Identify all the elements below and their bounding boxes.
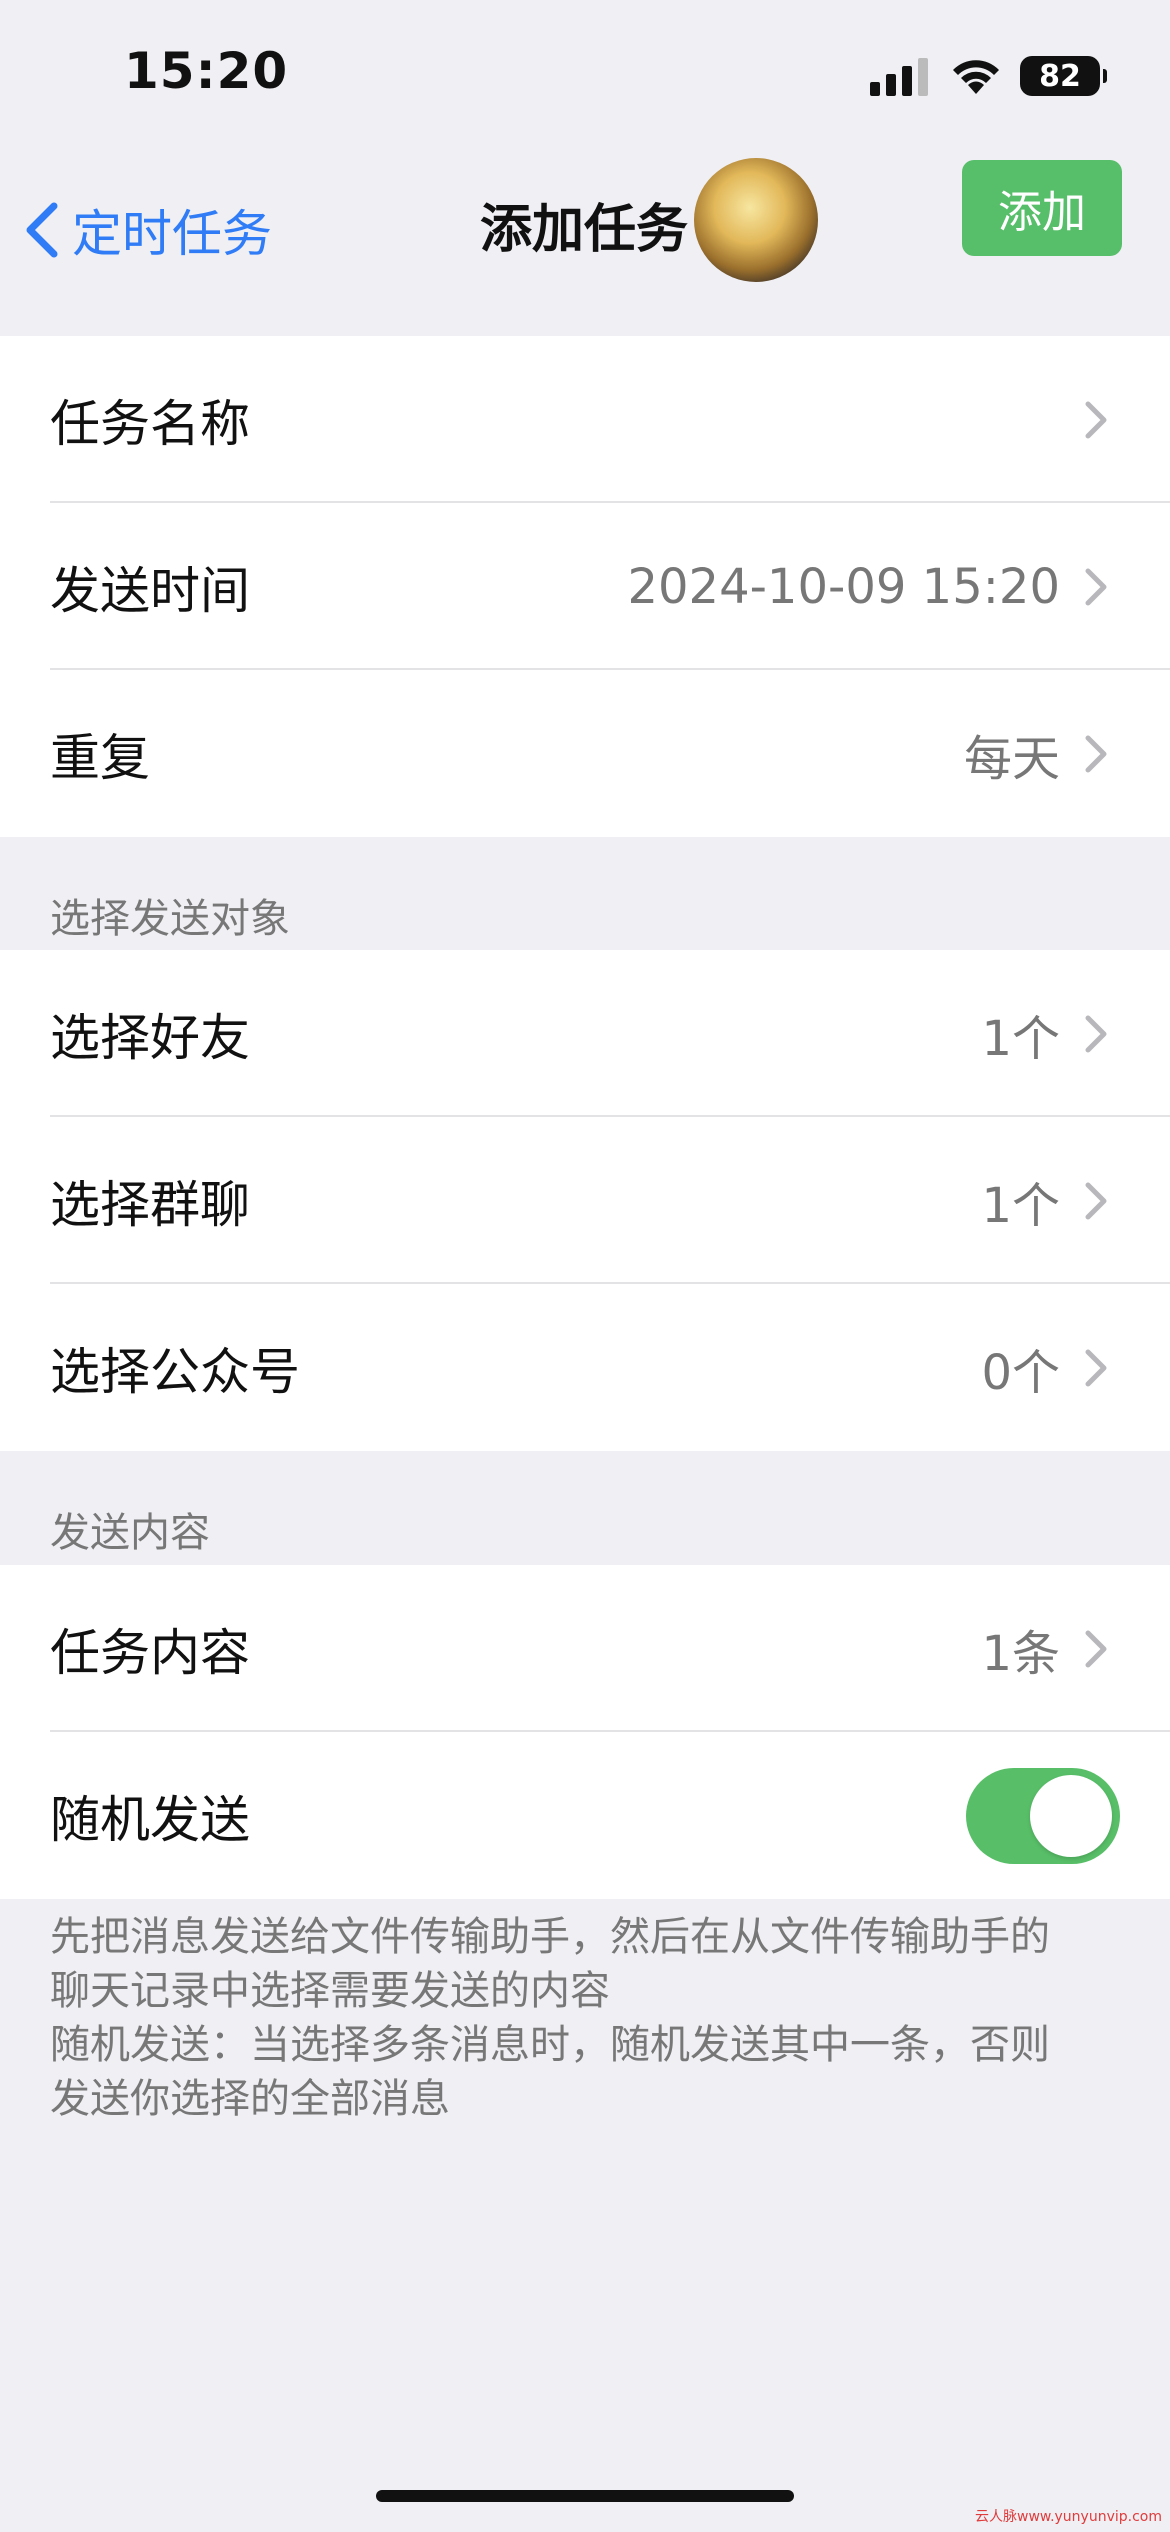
- help-text-line: 发送你选择的全部消息: [50, 2076, 450, 2122]
- row-value: 每天: [963, 730, 1060, 787]
- toggle-knob: [1030, 1775, 1112, 1857]
- row-repeat[interactable]: 重复 每天: [0, 670, 1170, 837]
- help-text-line: 先把消息发送给文件传输助手，然后在从文件传输助手的: [50, 1914, 1050, 1960]
- help-text-line: 聊天记录中选择需要发送的内容: [50, 1968, 610, 2014]
- row-select-groups[interactable]: 选择群聊 1个: [0, 1117, 1170, 1284]
- chevron-right-icon: [1085, 1630, 1107, 1668]
- row-value: 1条: [981, 1625, 1060, 1682]
- help-text: 先把消息发送给文件传输助手，然后在从文件传输助手的 聊天记录中选择需要发送的内容…: [50, 1910, 1130, 2126]
- chevron-right-icon: [1085, 401, 1107, 439]
- status-icons: 82: [870, 52, 1107, 100]
- row-select-official-accounts[interactable]: 选择公众号 0个: [0, 1284, 1170, 1451]
- battery-level: 82: [1039, 58, 1081, 94]
- row-value: 0个: [981, 1344, 1060, 1401]
- status-time: 15:20: [124, 42, 289, 100]
- row-task-content[interactable]: 任务内容 1条: [0, 1565, 1170, 1732]
- section-header-targets: 选择发送对象: [50, 896, 290, 942]
- watermark: 云人脉www.yunyunvip.com: [975, 2509, 1162, 2525]
- add-button[interactable]: 添加: [962, 160, 1122, 256]
- help-text-line: 随机发送：当选择多条消息时，随机发送其中一条，否则: [50, 2022, 1050, 2068]
- back-button[interactable]: 定时任务: [22, 180, 272, 280]
- targets-group: 选择好友 1个 选择群聊 1个 选择公众号 0个: [0, 950, 1170, 1451]
- chevron-right-icon: [1085, 1015, 1107, 1053]
- row-value: 1个: [981, 1010, 1060, 1067]
- navigation-bar: 定时任务 添加任务 添加: [0, 150, 1170, 330]
- battery-icon: 82: [1020, 56, 1107, 96]
- wifi-icon: [953, 60, 999, 94]
- chevron-left-icon: [26, 202, 58, 258]
- row-value: 2024-10-09 15:20: [627, 558, 1060, 615]
- row-label: 任务内容: [50, 1623, 250, 1682]
- page-title: 添加任务: [480, 200, 689, 260]
- chevron-right-icon: [1085, 1182, 1107, 1220]
- status-bar: 15:20 82: [0, 0, 1170, 150]
- chevron-right-icon: [1085, 568, 1107, 606]
- row-label: 选择好友: [50, 1008, 250, 1067]
- avatar: [694, 158, 818, 282]
- cellular-signal-icon: [870, 58, 928, 96]
- row-select-friends[interactable]: 选择好友 1个: [0, 950, 1170, 1117]
- chevron-right-icon: [1085, 735, 1107, 773]
- row-value: 1个: [981, 1177, 1060, 1234]
- random-send-toggle[interactable]: [966, 1768, 1120, 1864]
- task-settings-group: 任务名称 发送时间 2024-10-09 15:20 重复 每天: [0, 336, 1170, 837]
- section-header-content: 发送内容: [50, 1510, 210, 1556]
- row-send-time[interactable]: 发送时间 2024-10-09 15:20: [0, 503, 1170, 670]
- chevron-right-icon: [1085, 1349, 1107, 1387]
- home-indicator: [376, 2490, 794, 2502]
- row-label: 任务名称: [50, 394, 250, 453]
- back-label: 定时任务: [72, 205, 272, 263]
- row-random-send: 随机发送: [0, 1732, 1170, 1899]
- row-label: 发送时间: [50, 561, 250, 620]
- content-group: 任务内容 1条 随机发送: [0, 1565, 1170, 1899]
- row-label: 重复: [50, 728, 150, 787]
- row-label: 选择群聊: [50, 1175, 250, 1234]
- row-task-name[interactable]: 任务名称: [0, 336, 1170, 503]
- row-label: 选择公众号: [50, 1342, 300, 1401]
- row-label: 随机发送: [50, 1790, 250, 1849]
